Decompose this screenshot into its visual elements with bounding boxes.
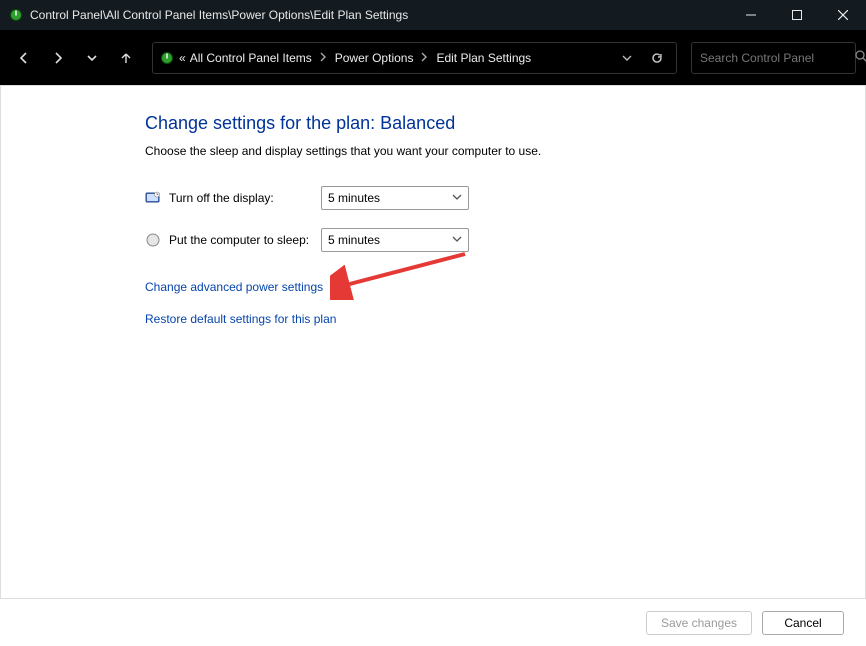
power-options-icon (159, 50, 175, 66)
minimize-button[interactable] (728, 0, 774, 30)
titlebar-path: Control Panel\All Control Panel Items\Po… (30, 8, 408, 22)
breadcrumb-prefix[interactable]: « (179, 51, 186, 65)
window-control-group (728, 0, 866, 30)
display-timeout-label: Turn off the display: (169, 191, 321, 205)
sleep-icon (145, 232, 161, 248)
window: Control Panel\All Control Panel Items\Po… (0, 0, 866, 646)
display-timeout-row: Turn off the display: 5 minutes (145, 186, 846, 210)
chevron-right-icon[interactable] (316, 51, 331, 65)
save-changes-button: Save changes (646, 611, 752, 635)
search-icon[interactable] (855, 50, 866, 66)
restore-defaults-link[interactable]: Restore default settings for this plan (145, 312, 846, 326)
sleep-timeout-select[interactable]: 5 minutes (321, 228, 469, 252)
cancel-button[interactable]: Cancel (762, 611, 844, 635)
address-bar[interactable]: « All Control Panel Items Power Options … (152, 42, 677, 74)
advanced-power-settings-link[interactable]: Change advanced power settings (145, 280, 846, 294)
breadcrumb-edit-plan[interactable]: Edit Plan Settings (436, 51, 531, 65)
back-button[interactable] (10, 44, 38, 72)
sleep-timeout-label: Put the computer to sleep: (169, 233, 321, 247)
breadcrumb-all-items[interactable]: All Control Panel Items (190, 51, 312, 65)
page-heading: Change settings for the plan: Balanced (145, 113, 846, 134)
close-button[interactable] (820, 0, 866, 30)
display-timeout-value: 5 minutes (328, 191, 380, 205)
forward-button[interactable] (44, 44, 72, 72)
breadcrumb-power-options[interactable]: Power Options (335, 51, 414, 65)
titlebar: Control Panel\All Control Panel Items\Po… (0, 0, 866, 30)
display-timeout-select[interactable]: 5 minutes (321, 186, 469, 210)
footer-bar: Save changes Cancel (0, 598, 866, 646)
recent-locations-button[interactable] (78, 44, 106, 72)
search-box[interactable] (691, 42, 856, 74)
address-history-button[interactable] (614, 44, 640, 72)
power-options-icon (8, 7, 24, 23)
maximize-button[interactable] (774, 0, 820, 30)
refresh-button[interactable] (644, 44, 670, 72)
search-input[interactable] (700, 51, 855, 65)
page-subtext: Choose the sleep and display settings th… (145, 144, 846, 158)
chevron-down-icon (452, 233, 462, 247)
display-icon (145, 190, 161, 206)
navbar: « All Control Panel Items Power Options … (0, 30, 866, 85)
content-area: Change settings for the plan: Balanced C… (0, 85, 866, 646)
sleep-timeout-row: Put the computer to sleep: 5 minutes (145, 228, 846, 252)
chevron-right-icon[interactable] (417, 51, 432, 65)
chevron-down-icon (452, 191, 462, 205)
sleep-timeout-value: 5 minutes (328, 233, 380, 247)
up-button[interactable] (112, 44, 140, 72)
